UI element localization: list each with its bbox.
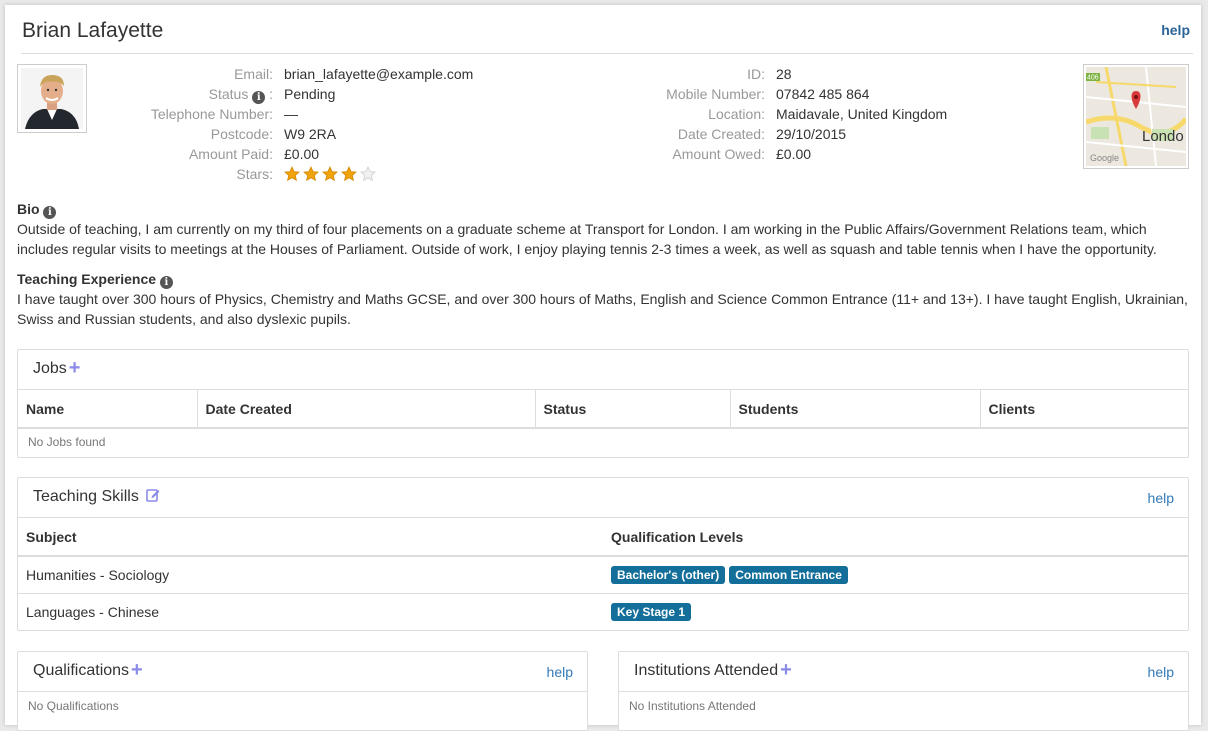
column-header[interactable]: Clients: [979, 390, 1188, 429]
map-watermark: Google: [1090, 153, 1119, 163]
field-label: ID:: [747, 66, 765, 82]
add-qualification-icon[interactable]: +: [131, 659, 143, 681]
field-label: Stars:: [236, 166, 273, 182]
empty-message: No Institutions Attended: [629, 699, 756, 713]
table-row: Humanities - Sociology Bachelor's (other…: [18, 555, 1188, 593]
field-date-created: Date Created: 29/10/2015: [5, 124, 1075, 144]
field-id: ID: 28: [5, 64, 1075, 84]
empty-message: No Jobs found: [28, 434, 106, 449]
edit-icon[interactable]: [146, 488, 160, 502]
experience-heading: Teaching Experience i: [17, 271, 173, 289]
skills-table: Subject Qualification Levels Humanities …: [18, 518, 1188, 630]
map-city-label: Londo: [1142, 128, 1184, 145]
field-location: Location: Maidavale, United Kingdom: [5, 104, 1075, 124]
qualification-badge: Key Stage 1: [611, 602, 692, 621]
qualification-badge: Common Entrance: [729, 565, 848, 584]
field-label: Location:: [708, 106, 765, 122]
jobs-table: Name Date Created Status Students Client…: [18, 390, 1188, 454]
institutions-panel: Institutions Attended + help No Instituti…: [618, 651, 1189, 731]
institutions-title: Institutions Attended +: [634, 659, 792, 681]
jobs-panel: Jobs + Name Date Created Status Students …: [17, 349, 1189, 458]
qualification-badge: Bachelor's (other): [611, 565, 726, 584]
levels-cell: Key Stage 1: [603, 592, 1188, 630]
svg-text:406: 406: [1087, 75, 1099, 82]
profile-fields-right: ID: 28 Mobile Number: 07842 485 864 Loca…: [5, 64, 1075, 164]
table-row: Languages - Chinese Key Stage 1: [18, 592, 1188, 630]
help-link[interactable]: help: [1161, 22, 1190, 38]
jobs-title: Jobs +: [33, 357, 81, 379]
field-amount-owed: Amount Owed: £0.00: [5, 144, 1075, 164]
star-filled-icon: [303, 166, 319, 182]
bio-text: Outside of teaching, I am currently on m…: [17, 221, 1157, 257]
star-filled-icon: [322, 166, 338, 182]
page-title: Brian Lafayette: [22, 19, 164, 42]
skills-title: Teaching Skills: [33, 488, 160, 506]
levels-cell: Bachelor's (other) Common Entrance: [603, 555, 1188, 593]
star-filled-icon: [341, 166, 357, 182]
info-icon[interactable]: i: [43, 206, 57, 219]
qualifications-help-link[interactable]: help: [547, 664, 573, 680]
date-created-value: 29/10/2015: [776, 126, 847, 142]
star-rating: [284, 166, 379, 187]
column-header[interactable]: Date Created: [196, 390, 535, 429]
add-institution-icon[interactable]: +: [780, 659, 792, 681]
id-value: 28: [776, 66, 792, 82]
location-map[interactable]: 406 Londo Google: [1083, 64, 1189, 169]
bio-heading: Bio i: [17, 201, 57, 219]
info-icon[interactable]: i: [159, 276, 173, 289]
column-header[interactable]: Name: [18, 390, 197, 429]
institutions-help-link[interactable]: help: [1148, 664, 1174, 680]
field-mobile: Mobile Number: 07842 485 864: [5, 84, 1075, 104]
add-job-icon[interactable]: +: [69, 357, 81, 379]
column-header[interactable]: Status: [534, 390, 730, 429]
amount-owed-value: £0.00: [776, 146, 812, 162]
qualifications-panel: Qualifications + help No Qualifications: [17, 651, 588, 731]
field-label: Date Created:: [677, 126, 765, 142]
skills-panel-header: Teaching Skills help: [18, 478, 1188, 518]
mobile-value: 07842 485 864: [776, 86, 870, 102]
star-empty-icon: [360, 166, 376, 182]
field-stars: Stars:: [5, 164, 605, 184]
qualifications-title: Qualifications +: [33, 659, 143, 681]
location-value: Maidavale, United Kingdom: [776, 106, 948, 122]
empty-message: No Qualifications: [28, 699, 119, 713]
column-header[interactable]: Students: [729, 390, 980, 429]
skills-help-link[interactable]: help: [1148, 490, 1174, 506]
field-label: Mobile Number:: [666, 86, 765, 102]
experience-text: I have taught over 300 hours of Physics,…: [17, 291, 1188, 327]
subject-cell: Languages - Chinese: [18, 592, 603, 630]
field-label: Amount Owed:: [672, 146, 765, 162]
map-image: 406 Londo Google: [1086, 67, 1186, 166]
profile-page: Brian Lafayette help Email: brian_lafaye…: [5, 5, 1201, 731]
institutions-panel-header: Institutions Attended + help: [619, 652, 1188, 692]
page-header: Brian Lafayette help: [21, 17, 1193, 54]
teaching-skills-panel: Teaching Skills help Subject Qualificati…: [17, 477, 1189, 631]
column-header[interactable]: Qualification Levels: [603, 518, 1188, 557]
subject-cell: Humanities - Sociology: [18, 555, 603, 593]
jobs-panel-header: Jobs +: [18, 350, 1188, 390]
star-filled-icon: [284, 166, 300, 182]
qualifications-panel-header: Qualifications + help: [18, 652, 587, 692]
column-header[interactable]: Subject: [18, 518, 603, 557]
